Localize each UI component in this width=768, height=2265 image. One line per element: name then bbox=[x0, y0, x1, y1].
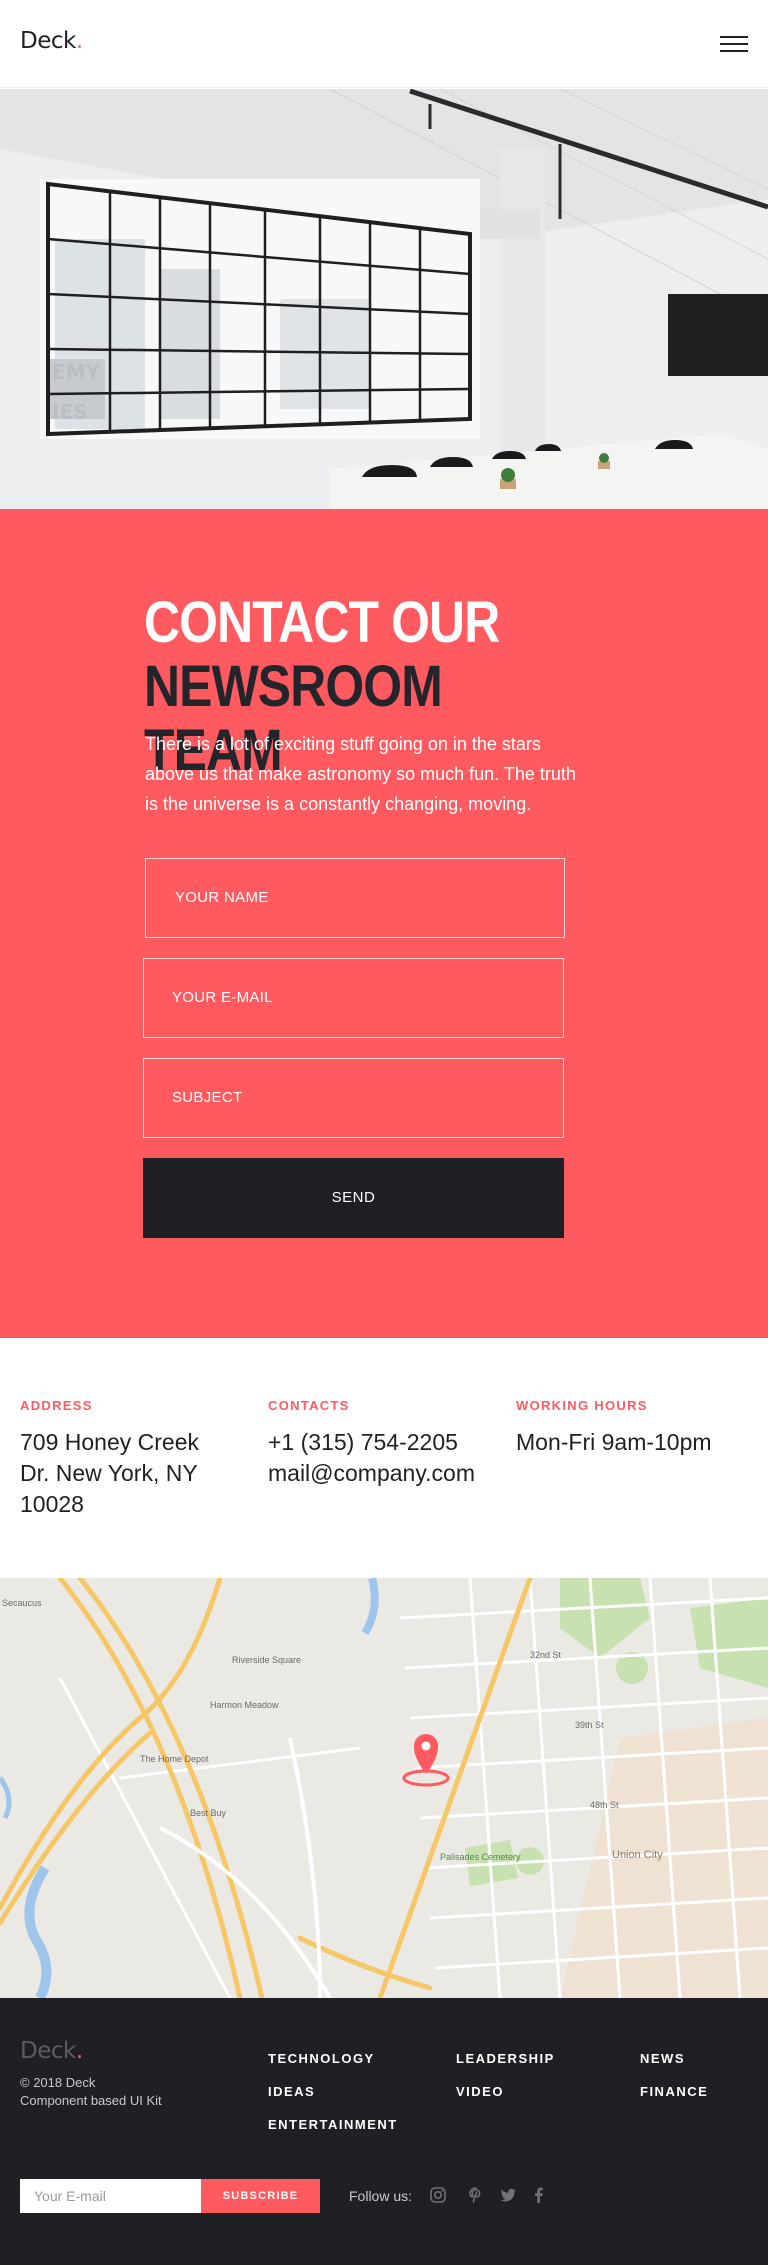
address-label: ADDRESS bbox=[20, 1398, 93, 1413]
email-input[interactable]: YOUR E-MAIL bbox=[143, 958, 564, 1038]
pinterest-icon[interactable] bbox=[467, 2186, 485, 2204]
instagram-icon[interactable] bbox=[429, 2186, 447, 2204]
copyright-text: © 2018 Deck bbox=[20, 2075, 96, 2090]
follow-us-label: Follow us: bbox=[349, 2188, 413, 2204]
contact-description: There is a lot of exciting stuff going o… bbox=[145, 734, 576, 814]
footer-logo-dot: . bbox=[75, 2038, 83, 2064]
site-footer: Deck. © 2018 Deck Component based UI Kit… bbox=[0, 1998, 768, 2265]
hamburger-menu-icon[interactable] bbox=[720, 34, 748, 54]
contact-section: CONTACT OUR NEWSROOM TEAM There is a lot… bbox=[0, 509, 768, 1338]
svg-text:Union City: Union City bbox=[612, 1849, 663, 1861]
facebook-icon[interactable] bbox=[530, 2186, 548, 2204]
svg-text:48th St: 48th St bbox=[590, 1800, 619, 1810]
footer-link-leadership[interactable]: LEADERSHIP bbox=[456, 2051, 555, 2066]
contacts-block: CONTACTS +1 (315) 754-2205 mail@company.… bbox=[268, 1398, 498, 1489]
location-map[interactable]: Secaucus Harmon Meadow The Home Depot Be… bbox=[0, 1578, 768, 1998]
map-label: Secaucus bbox=[2, 1598, 42, 1608]
hours-label: WORKING HOURS bbox=[516, 1398, 648, 1413]
office-room-illustration: EMY IES bbox=[0, 89, 768, 509]
hours-block: WORKING HOURS Mon-Fri 9am-10pm bbox=[516, 1398, 746, 1458]
svg-text:32nd St: 32nd St bbox=[530, 1650, 562, 1660]
svg-text:EMY: EMY bbox=[52, 360, 101, 384]
phone-value[interactable]: +1 (315) 754-2205 bbox=[268, 1427, 498, 1458]
send-button[interactable]: SEND bbox=[143, 1158, 564, 1238]
map-graphic: Secaucus Harmon Meadow The Home Depot Be… bbox=[0, 1578, 768, 1998]
subscribe-email-input[interactable]: Your E-mail bbox=[20, 2179, 201, 2213]
tagline-text: Component based UI Kit bbox=[20, 2093, 162, 2108]
svg-text:Best Buy: Best Buy bbox=[190, 1808, 227, 1818]
logo-dot: . bbox=[75, 28, 83, 54]
logo-text: Deck bbox=[20, 28, 76, 54]
title-line-1: CONTACT OUR bbox=[144, 590, 500, 655]
svg-text:The Home Depot: The Home Depot bbox=[140, 1754, 209, 1764]
address-block: ADDRESS 709 Honey Creek Dr. New York, NY… bbox=[20, 1398, 230, 1520]
hours-value: Mon-Fri 9am-10pm bbox=[516, 1429, 712, 1455]
svg-text:39th St: 39th St bbox=[575, 1720, 604, 1730]
footer-link-finance[interactable]: FINANCE bbox=[640, 2084, 708, 2099]
svg-text:Harmon Meadow: Harmon Meadow bbox=[210, 1700, 279, 1710]
svg-text:Riverside Square: Riverside Square bbox=[232, 1655, 301, 1665]
footer-logo[interactable]: Deck. bbox=[20, 2038, 83, 2064]
email-value[interactable]: mail@company.com bbox=[268, 1458, 498, 1489]
footer-link-technology[interactable]: TECHNOLOGY bbox=[268, 2051, 375, 2066]
twitter-icon[interactable] bbox=[500, 2186, 518, 2204]
subscribe-button[interactable]: SUBSCRIBE bbox=[201, 2179, 320, 2213]
footer-link-ideas[interactable]: IDEAS bbox=[268, 2084, 315, 2099]
footer-logo-text: Deck bbox=[20, 2038, 76, 2064]
footer-link-video[interactable]: VIDEO bbox=[456, 2084, 504, 2099]
footer-link-news[interactable]: NEWS bbox=[640, 2051, 685, 2066]
footer-link-entertainment[interactable]: ENTERTAINMENT bbox=[268, 2117, 398, 2132]
svg-text:Palisades Cemetery: Palisades Cemetery bbox=[440, 1852, 521, 1862]
svg-text:IES: IES bbox=[52, 400, 88, 424]
subject-input[interactable]: SUBJECT bbox=[143, 1058, 564, 1138]
name-input[interactable]: YOUR NAME bbox=[145, 858, 565, 938]
contact-info-section: ADDRESS 709 Honey Creek Dr. New York, NY… bbox=[0, 1338, 768, 1578]
logo[interactable]: Deck. bbox=[20, 28, 83, 54]
contacts-label: CONTACTS bbox=[268, 1398, 350, 1413]
hero-image: EMY IES bbox=[0, 89, 768, 509]
site-header: Deck. bbox=[0, 0, 768, 88]
footer-copyright: © 2018 Deck Component based UI Kit bbox=[20, 2074, 162, 2110]
address-value: 709 Honey Creek Dr. New York, NY 10028 bbox=[20, 1429, 199, 1517]
